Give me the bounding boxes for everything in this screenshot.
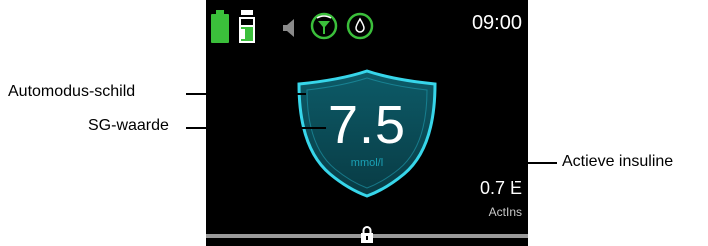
sensor-signal-icon <box>310 12 338 40</box>
callout-automode-shield: Automodus-schild <box>8 83 136 100</box>
leader-sg-value <box>186 127 326 129</box>
status-bar: 09:00 <box>206 0 528 48</box>
drop-icon <box>346 12 374 40</box>
reservoir-icon <box>239 10 255 43</box>
battery-icon <box>211 10 229 43</box>
clock: 09:00 <box>471 12 522 34</box>
lock-icon <box>361 226 373 243</box>
sg-unit: mmol/l <box>350 157 384 169</box>
leader-active-insulin-horizontal <box>513 162 557 164</box>
speaker-icon <box>283 19 294 37</box>
sg-value: 7.5 <box>327 95 407 155</box>
callout-sg-value: SG-waarde <box>88 117 169 134</box>
callout-active-insulin: Actieve insuline <box>562 153 674 170</box>
leader-active-insulin-vertical <box>513 162 515 184</box>
active-insulin-label: ActIns <box>488 205 522 219</box>
pump-screen: 09:00 7.5 mmol/l 0.7 E ActIns <box>206 0 528 246</box>
leader-automode-shield <box>186 93 306 95</box>
active-insulin-value: 0.7 E <box>479 178 522 198</box>
